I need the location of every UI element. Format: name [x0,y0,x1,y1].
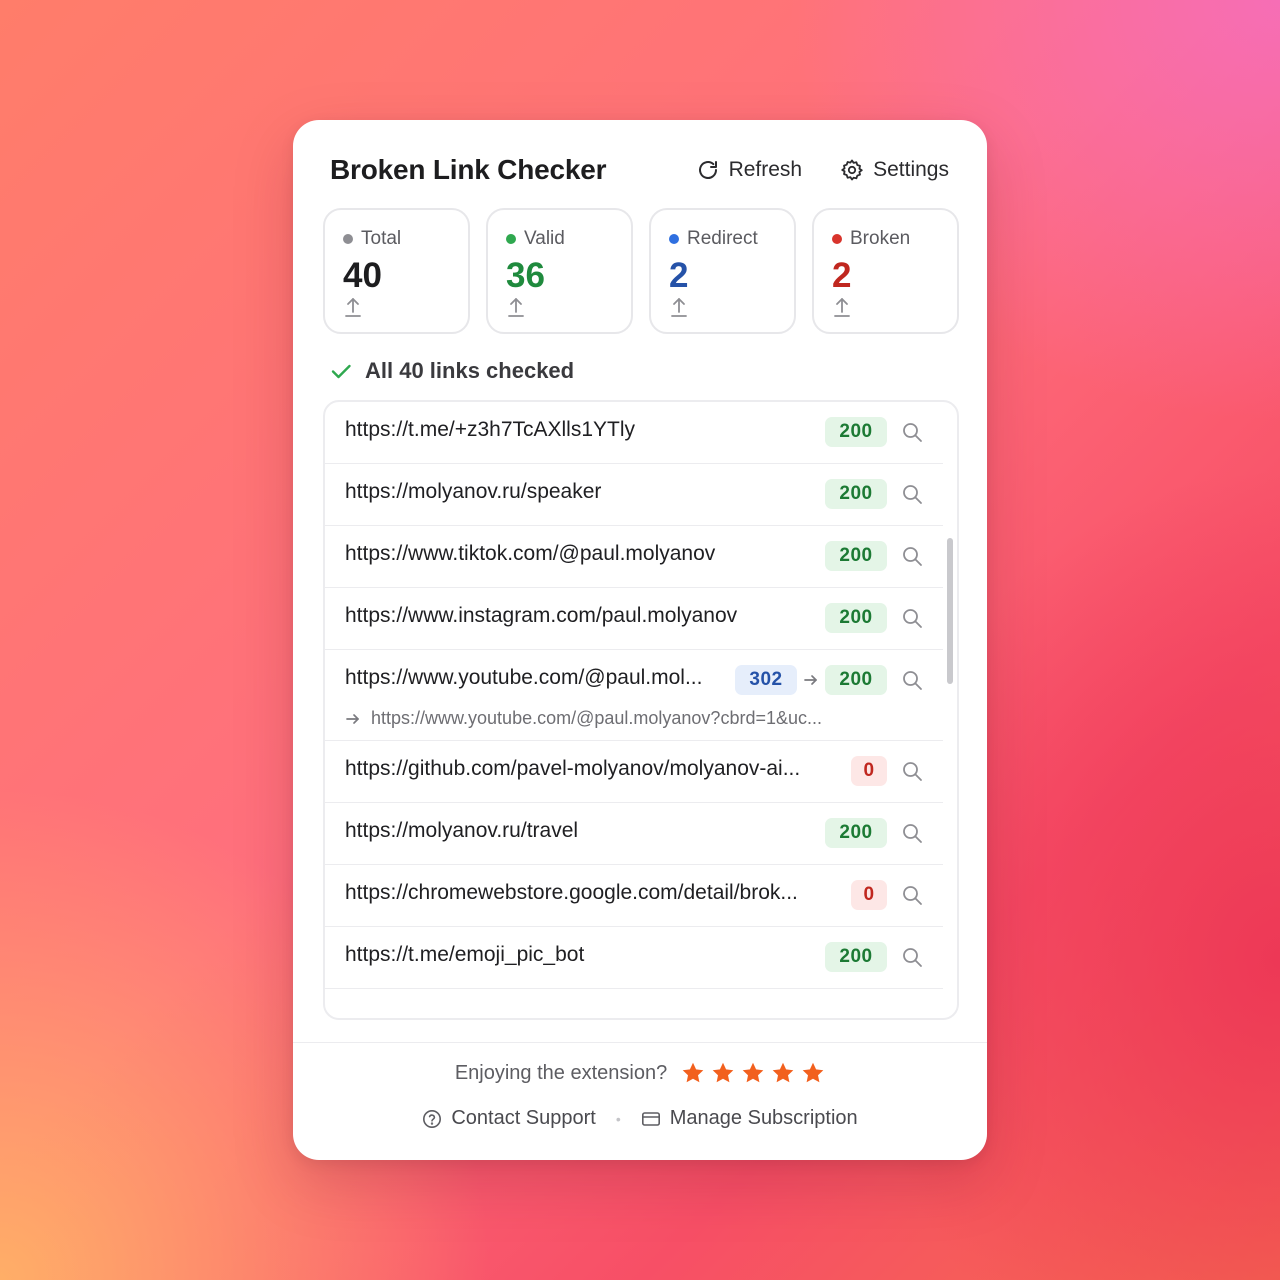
enjoy-text: Enjoying the extension? [454,1061,668,1084]
status-badge: 200 [825,541,887,571]
list-item[interactable]: https://t.me/+z3h7TcAXlls1YTly 200 [325,402,943,464]
link-url[interactable]: https://molyanov.ru/travel [345,819,578,843]
list-item[interactable]: https://molyanov.ru/speaker 200 [325,464,943,526]
link-url[interactable]: https://molyanov.ru/speaker [345,480,601,504]
stat-label: Total [361,228,402,249]
status-badge-redirect: 302 [735,665,797,695]
status-dot [506,234,516,244]
gear-icon [841,159,863,181]
link-url[interactable]: https://www.instagram.com/paul.molyanov [345,604,737,628]
list-item[interactable]: https://molyanov.ru/travel 200 [325,803,943,865]
star-icon[interactable] [801,1061,825,1085]
search-icon[interactable] [901,822,923,844]
redirect-target: https://www.youtube.com/@paul.molyanov?c… [345,708,822,729]
link-url[interactable]: https://github.com/pavel-molyanov/molyan… [345,757,800,781]
star-icon[interactable] [711,1061,735,1085]
export-icon[interactable] [832,296,852,318]
stat-value: 2 [669,256,689,295]
stat-card-redirect[interactable]: Redirect 2 [649,208,796,334]
links-list[interactable]: https://t.me/+z3h7TcAXlls1YTly 200 https… [323,400,959,1020]
refresh-label: Refresh [728,158,803,181]
arrow-right-icon [346,713,359,724]
refresh-button[interactable]: Refresh [696,158,803,182]
stat-value: 2 [832,256,852,295]
stat-card-broken[interactable]: Broken 2 [812,208,959,334]
link-url[interactable]: https://www.youtube.com/@paul.mol... [345,666,702,690]
list-item[interactable]: https://www.tiktok.com/@paul.molyanov 20… [325,526,943,588]
arrow-right-icon [804,675,817,685]
stat-card-total[interactable]: Total 40 [323,208,470,334]
star-icon[interactable] [771,1061,795,1085]
status-badge: 200 [825,603,887,633]
refresh-icon [698,161,717,179]
status-badge: 200 [825,942,887,972]
separator-dot: • [615,1110,621,1127]
link-url[interactable]: https://www.tiktok.com/@paul.molyanov [345,542,715,566]
search-icon[interactable] [901,607,923,629]
stat-value: 36 [506,256,545,295]
status-dot [343,234,353,244]
list-item-redirect[interactable]: https://www.youtube.com/@paul.mol... 302… [325,650,943,741]
export-icon[interactable] [343,296,363,318]
status-dot [669,234,679,244]
search-icon[interactable] [901,669,923,691]
rating-prompt: Enjoying the extension? [293,1061,987,1085]
export-icon[interactable] [669,296,689,318]
status-badge: 200 [825,818,887,848]
status-badge: 0 [851,756,887,786]
search-icon[interactable] [901,884,923,906]
status-dot [832,234,842,244]
stat-label: Broken [850,228,911,249]
status-badge: 200 [825,479,887,509]
search-icon[interactable] [901,483,923,505]
extension-popup: Broken Link Checker Refresh Settings Tot… [293,120,987,1160]
list-scrollbar[interactable] [947,538,953,684]
search-icon[interactable] [901,946,923,968]
link-url[interactable]: https://chromewebstore.google.com/detail… [345,881,798,905]
star-icon[interactable] [741,1061,765,1085]
list-item[interactable]: https://www.instagram.com/paul.molyanov … [325,588,943,650]
search-icon[interactable] [901,545,923,567]
check-status: All 40 links checked [330,358,574,384]
export-icon[interactable] [506,296,526,318]
footer-links: Contact Support • Manage Subscription [293,1107,987,1130]
star-rating[interactable] [681,1061,825,1085]
manage-subscription-label: Manage Subscription [669,1107,858,1129]
stat-card-valid[interactable]: Valid 36 [486,208,633,334]
header: Broken Link Checker Refresh Settings [330,150,949,190]
stat-label: Valid [524,228,565,249]
link-url[interactable]: https://t.me/emoji_pic_bot [345,943,584,967]
manage-subscription-link[interactable]: Manage Subscription [641,1107,858,1130]
status-text: All 40 links checked [365,358,575,383]
list-item[interactable]: https://github.com/pavel-molyanov/molyan… [325,741,943,803]
stats-row: Total 40 Valid 36 Redirect 2 Broken 2 [323,208,959,334]
list-item[interactable]: https://t.me/emoji_pic_bot 200 [325,927,943,989]
footer: Enjoying the extension? Contact Support … [293,1042,987,1160]
star-icon[interactable] [681,1061,705,1085]
search-icon[interactable] [901,421,923,443]
status-badge: 0 [851,880,887,910]
contact-support-link[interactable]: Contact Support [422,1107,596,1130]
search-icon[interactable] [901,760,923,782]
help-circle-icon [423,1109,442,1128]
credit-card-icon [641,1111,660,1126]
checkmark-icon [331,364,351,379]
status-badge: 200 [825,417,887,447]
settings-button[interactable]: Settings [840,158,949,182]
list-item[interactable]: https://chromewebstore.google.com/detail… [325,865,943,927]
status-badge-final: 200 [825,665,887,695]
link-url[interactable]: https://t.me/+z3h7TcAXlls1YTly [345,418,635,442]
redirect-url[interactable]: https://www.youtube.com/@paul.molyanov?c… [371,708,822,729]
contact-support-label: Contact Support [451,1107,596,1129]
stat-value: 40 [343,256,382,295]
page-title: Broken Link Checker [330,154,607,185]
stat-label: Redirect [687,228,758,249]
settings-label: Settings [873,158,949,181]
